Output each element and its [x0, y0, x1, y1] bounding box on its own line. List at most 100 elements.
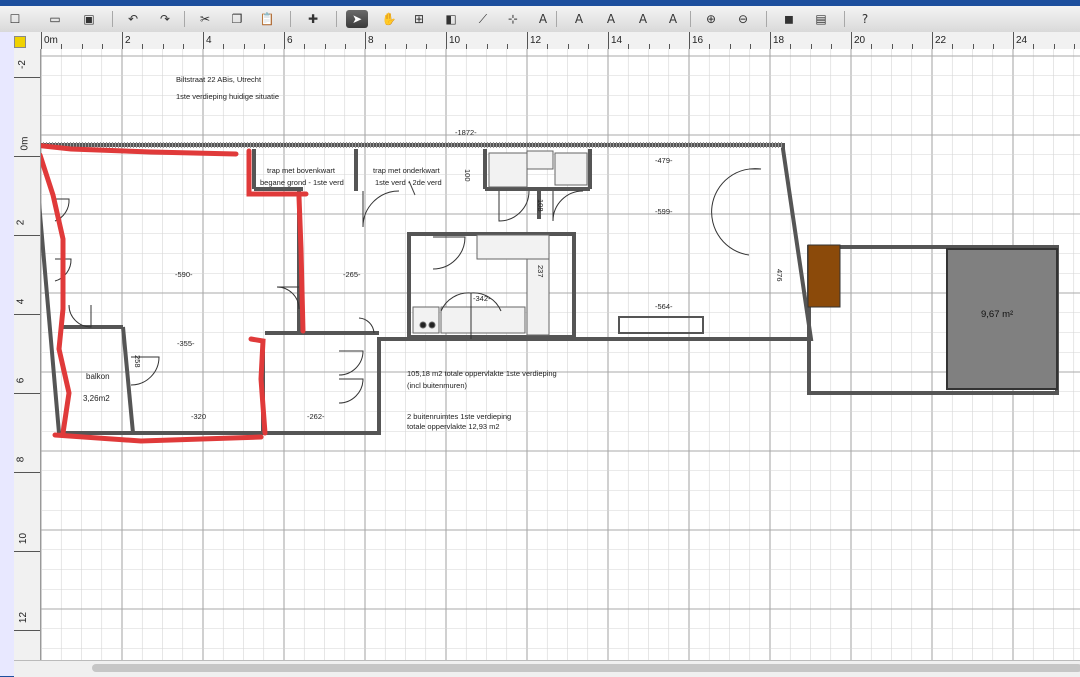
plan-canvas[interactable]: Biltstraat 22 ABis, Utrecht 1ste verdiep… — [41, 49, 1080, 664]
terrace-area-label: 9,67 m² — [981, 309, 1013, 320]
ruler-label-x: 8 — [368, 35, 374, 46]
zoom-out-icon[interactable]: ⊖ — [732, 10, 754, 28]
dimension-108: 108 — [536, 199, 545, 212]
create-polylines-icon[interactable]: ⟋ — [472, 10, 494, 28]
door-swing — [358, 317, 375, 334]
kitchen-cabinet — [476, 234, 550, 260]
dimension-100: 100 — [463, 169, 472, 182]
zoom-in-icon[interactable]: ⊕ — [700, 10, 722, 28]
outdoor-area-line1: 2 buitenruimtes 1ste verdieping — [407, 412, 511, 421]
highlight-stroke — [248, 336, 268, 436]
vertical-ruler: -2 0m 2 4 6 8 10 12 — [14, 49, 41, 664]
door-swing — [68, 304, 92, 328]
ruler-tick — [527, 32, 528, 49]
ruler-label-x: 14 — [611, 35, 623, 46]
cooktop-fixture — [412, 306, 440, 334]
toolbar-separator — [556, 11, 557, 27]
ruler-label-x: 22 — [935, 35, 947, 46]
ruler-label-y: 4 — [15, 298, 27, 305]
brown-block — [807, 244, 841, 308]
ruler-tick — [14, 235, 40, 236]
pan-mode-icon[interactable]: ✋ — [378, 10, 400, 28]
ruler-corner-icon[interactable] — [14, 36, 26, 48]
create-dimensions-icon[interactable]: ⊹ — [502, 10, 524, 28]
ruler-label-x: 6 — [287, 35, 293, 46]
dimension-479: -479- — [655, 156, 673, 165]
scrollbar-thumb[interactable] — [92, 664, 1080, 672]
ruler-label-x: 10 — [449, 35, 461, 46]
dimension-320: -320 — [191, 412, 206, 421]
side-panel-edge — [0, 32, 14, 676]
ruler-tick — [14, 472, 40, 473]
toilet-fixture — [488, 152, 528, 188]
new-icon[interactable]: ☐ — [4, 10, 26, 28]
ruler-label-y: 0m — [19, 136, 31, 151]
ruler-tick — [14, 314, 40, 315]
horizontal-scrollbar[interactable] — [14, 660, 1080, 677]
ruler-label-x: 24 — [1016, 35, 1028, 46]
text-italic-icon[interactable]: A — [662, 10, 684, 28]
paste-icon[interactable]: 📋 — [256, 10, 278, 28]
text-style-1-icon[interactable]: A — [568, 10, 590, 28]
text-style-2-icon[interactable]: A — [600, 10, 622, 28]
ruler-label-y: 6 — [15, 377, 27, 384]
ruler-tick — [14, 77, 40, 78]
create-photo-icon[interactable]: ◼ — [778, 10, 800, 28]
ruler-label-x: 12 — [530, 35, 542, 46]
toolbar-separator — [844, 11, 845, 27]
ruler-tick — [1013, 32, 1014, 49]
toolbar: ☐ ▭ ▣ ↶ ↷ ✂ ❐ 📋 ✚ ➤ ✋ ⊞ ◧ ⟋ ⊹ A A A A A ⊕ ⊖ ◼ ▤? — [0, 6, 1080, 33]
text-bold-icon[interactable]: A — [632, 10, 654, 28]
total-area-line2: (incl buitenmuren) — [407, 381, 468, 390]
select-mode-icon[interactable]: ➤ — [346, 10, 368, 28]
ruler-label-y: 8 — [15, 456, 27, 463]
door-swing — [338, 378, 364, 404]
create-walls-icon[interactable]: ⊞ — [408, 10, 430, 28]
ruler-label-x: 0m — [44, 35, 58, 46]
toolbar-separator — [112, 11, 113, 27]
dimension-564: -564- — [655, 302, 673, 311]
ruler-tick — [203, 32, 204, 49]
dimension-237: 237 — [536, 265, 545, 278]
help-icon[interactable]: ? — [854, 10, 876, 28]
add-text-icon[interactable]: A — [532, 10, 554, 28]
ruler-tick — [14, 551, 40, 552]
create-rooms-icon[interactable]: ◧ — [440, 10, 462, 28]
dimension-355: -355- — [177, 339, 195, 348]
copy-icon[interactable]: ❐ — [226, 10, 248, 28]
ruler-label-x: 4 — [206, 35, 212, 46]
dimension-1872: -1872- — [455, 128, 477, 137]
ruler-label-y: 12 — [18, 611, 30, 624]
kitchen-counter — [440, 306, 526, 334]
ruler-tick — [41, 32, 42, 49]
ruler-tick — [770, 32, 771, 49]
dimension-590: -590- — [175, 270, 193, 279]
dimension-476: 476 — [775, 269, 784, 282]
kitchen-counter — [618, 316, 704, 334]
ruler-tick — [608, 32, 609, 49]
ruler-label-x: 18 — [773, 35, 785, 46]
cut-icon[interactable]: ✂ — [194, 10, 216, 28]
toolbar-separator — [766, 11, 767, 27]
toolbar-separator — [184, 11, 185, 27]
door-swing — [711, 168, 762, 256]
door-swing — [432, 236, 466, 270]
ruler-label-y: -2 — [16, 60, 28, 69]
highlight-stroke — [52, 432, 264, 444]
dimension-265: -265- — [343, 270, 361, 279]
horizontal-ruler: 0m 2 4 6 8 10 12 14 16 18 20 22 24 — [14, 32, 1080, 50]
ruler-tick — [122, 32, 123, 49]
undo-icon[interactable]: ↶ — [122, 10, 144, 28]
create-video-icon[interactable]: ▤ — [810, 10, 832, 28]
open-icon[interactable]: ▭ — [44, 10, 66, 28]
redo-icon[interactable]: ↷ — [154, 10, 176, 28]
ruler-tick — [14, 630, 40, 631]
stair1-label-line2: begane grond - 1ste verd — [260, 178, 344, 187]
ruler-tick — [689, 32, 690, 49]
stair1-label-line1: trap met bovenkwart — [267, 166, 336, 175]
add-furniture-icon[interactable]: ✚ — [302, 10, 324, 28]
stair2-label-line1: trap met onderkwart — [373, 166, 441, 175]
dimension-342: -342- — [473, 294, 491, 303]
save-icon[interactable]: ▣ — [78, 10, 100, 28]
ruler-tick — [932, 32, 933, 49]
